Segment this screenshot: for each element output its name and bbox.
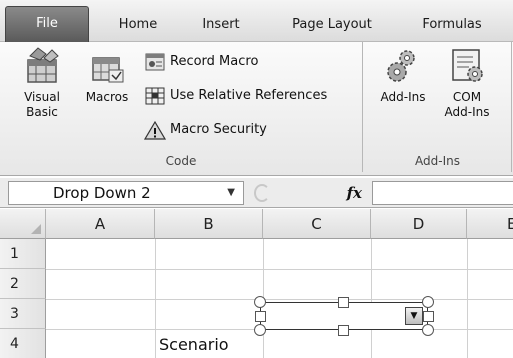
tab-formulas[interactable]: Formulas — [412, 10, 492, 42]
visual-basic-label-line1: Visual — [24, 90, 60, 104]
row-header-2[interactable]: 2 — [0, 269, 46, 299]
resize-handle-icon[interactable] — [254, 184, 270, 202]
record-macro-icon — [145, 53, 165, 70]
select-all-corner[interactable] — [0, 209, 46, 239]
ribbon-developer-panel: Visual Basic Macros Record Macro Use Rel… — [0, 42, 513, 176]
column-header-e[interactable]: E — [467, 209, 513, 239]
visual-basic-icon — [27, 47, 59, 83]
relative-references-icon — [145, 87, 165, 104]
add-ins-button[interactable]: Add-Ins — [370, 46, 436, 105]
resize-handle-bottom[interactable] — [338, 325, 349, 336]
chevron-down-icon[interactable]: ▼ — [227, 182, 235, 204]
use-relative-references-button[interactable]: Use Relative References — [144, 84, 327, 108]
select-all-triangle-icon — [31, 224, 41, 234]
tab-insert[interactable]: Insert — [190, 10, 252, 42]
resize-handle-top[interactable] — [338, 297, 349, 308]
column-header-b[interactable]: B — [155, 209, 263, 239]
ribbon-tab-bar: File Home Insert Page Layout Formulas — [0, 0, 513, 42]
name-box[interactable]: Drop Down 2 ▼ — [8, 181, 244, 205]
column-header-c[interactable]: C — [263, 209, 371, 239]
formula-bar: Drop Down 2 ▼ fx — [0, 178, 513, 208]
tab-page-layout[interactable]: Page Layout — [278, 10, 386, 42]
code-group: Visual Basic Macros Record Macro Use Rel… — [0, 42, 363, 172]
formula-input[interactable] — [372, 181, 513, 205]
visual-basic-label-line2: Basic — [26, 105, 58, 119]
resize-handle-top-right[interactable] — [422, 296, 434, 308]
tab-home[interactable]: Home — [108, 10, 168, 42]
macros-button[interactable]: Macros — [76, 46, 138, 105]
code-group-label: Code — [165, 154, 197, 168]
com-add-ins-label-line2: Add-Ins — [444, 105, 490, 119]
resize-handle-left[interactable] — [255, 311, 266, 322]
cell-b3[interactable]: Scenario — [159, 330, 229, 358]
warning-icon — [144, 120, 166, 140]
resize-handle-right[interactable] — [423, 311, 434, 322]
record-macro-label: Record Macro — [170, 54, 259, 69]
resize-handle-bottom-right[interactable] — [422, 324, 434, 336]
tab-file[interactable]: File — [5, 6, 89, 42]
com-add-ins-button[interactable]: COM Add-Ins — [436, 46, 498, 120]
macro-security-button[interactable]: Macro Security — [144, 118, 267, 142]
add-ins-label: Add-Ins — [380, 90, 426, 104]
com-add-ins-label-line1: COM — [452, 90, 482, 104]
macros-label: Macros — [85, 90, 129, 104]
row-header-4[interactable]: 4 — [0, 329, 46, 358]
tab-file-label: File — [36, 16, 58, 31]
grid-line — [46, 299, 513, 300]
resize-handle-top-left[interactable] — [254, 296, 266, 308]
name-box-value: Drop Down 2 — [53, 184, 151, 202]
use-relative-references-label: Use Relative References — [170, 88, 328, 103]
resize-handle-bottom-left[interactable] — [254, 324, 266, 336]
row-header-1[interactable]: 1 — [0, 239, 46, 269]
column-header-d[interactable]: D — [371, 209, 467, 239]
grid-line — [46, 269, 513, 270]
dropdown-arrow-icon[interactable]: ▼ — [405, 307, 423, 325]
visual-basic-button[interactable]: Visual Basic — [14, 46, 70, 120]
row-header-3[interactable]: 3 — [0, 299, 46, 329]
add-ins-group: Add-Ins COM Add-Ins Add-Ins — [364, 42, 512, 172]
macros-icon — [92, 57, 124, 83]
insert-function-button[interactable]: fx — [347, 181, 362, 205]
record-macro-button[interactable]: Record Macro — [144, 50, 258, 74]
macro-security-label: Macro Security — [170, 122, 267, 137]
add-ins-group-label: Add-Ins — [415, 154, 460, 168]
column-header-a[interactable]: A — [46, 209, 155, 239]
com-add-ins-icon — [452, 49, 483, 82]
worksheet-grid: A B C D E 1 2 3 4 Scenario — [0, 209, 513, 358]
gears-icon — [387, 50, 415, 82]
formula-buttons: fx — [250, 181, 368, 205]
